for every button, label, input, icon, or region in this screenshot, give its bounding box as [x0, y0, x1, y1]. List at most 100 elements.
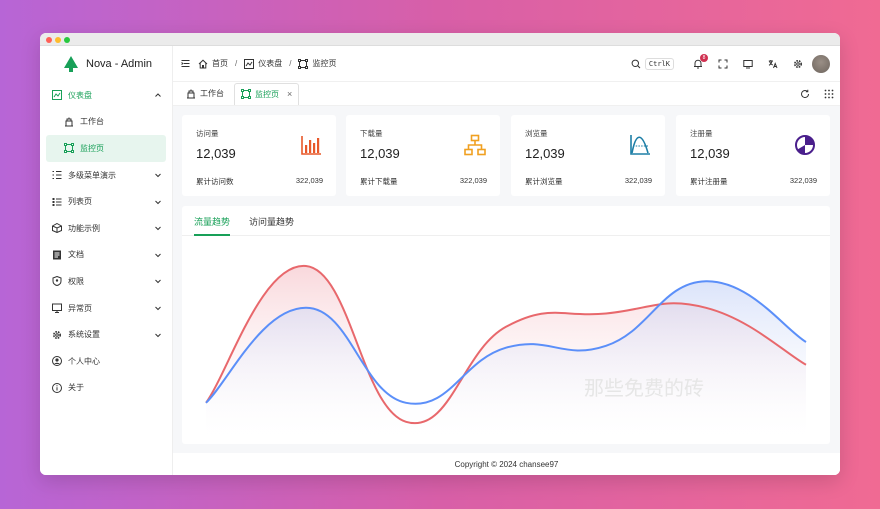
- breadcrumb: 首页 / 仪表盘 / 监控页: [198, 58, 336, 69]
- sidebar-item-workbench[interactable]: 工作台: [40, 109, 172, 136]
- card-title: 注册量: [690, 129, 713, 138]
- card-total: 322,039: [624, 176, 652, 185]
- search-icon: [631, 59, 641, 69]
- search-button[interactable]: CtrlK: [631, 58, 674, 70]
- chevron-down-icon: [155, 306, 161, 311]
- breadcrumb-monitor[interactable]: 监控页: [312, 58, 336, 69]
- sidebar-item-about[interactable]: 关于: [40, 375, 172, 402]
- breadcrumb-home[interactable]: 首页: [212, 58, 228, 69]
- monitor-screen-icon: [743, 60, 753, 69]
- card-value: 12,039: [196, 146, 236, 161]
- app-logo[interactable]: Nova - Admin: [40, 46, 172, 82]
- monitor-icon: [241, 89, 251, 99]
- maximize-window-button[interactable]: [64, 37, 70, 43]
- chart-tab-visits[interactable]: 访问量趋势: [249, 215, 294, 228]
- sidebar: Nova - Admin 仪表盘 工作台 监控页 多级菜单演示 列表页 功能示例…: [40, 46, 173, 475]
- sidebar-item-label: 工作台: [80, 117, 104, 127]
- nova-logo-icon: [64, 56, 78, 72]
- chevron-down-icon: [155, 173, 161, 178]
- sidebar-item-label: 权限: [68, 276, 84, 286]
- app-window: Nova - Admin 仪表盘 工作台 监控页 多级菜单演示 列表页 功能示例…: [40, 33, 840, 475]
- translate-icon: [768, 60, 778, 69]
- close-window-button[interactable]: [46, 37, 52, 43]
- main-content: 访问量 12,039 累计访问数 322,039 下载量 12,039 累计下载…: [173, 106, 840, 475]
- curve-icon: [630, 135, 650, 155]
- sidebar-item-label: 个人中心: [68, 356, 100, 366]
- chart-tab-traffic[interactable]: 流量趋势: [194, 215, 230, 228]
- tab-menu-button[interactable]: [824, 89, 834, 99]
- sidebar-item-label: 功能示例: [68, 223, 100, 233]
- monitor-icon: [64, 143, 74, 154]
- sidebar-item-dashboard[interactable]: 仪表盘: [40, 82, 172, 109]
- reload-button[interactable]: [800, 89, 810, 99]
- sidebar-item-monitor[interactable]: 监控页: [46, 135, 166, 162]
- avatar[interactable]: [812, 55, 830, 73]
- sidebar-item-label: 异常页: [68, 303, 92, 313]
- minimize-window-button[interactable]: [55, 37, 61, 43]
- sidebar-item-settings[interactable]: 系统设置: [40, 321, 172, 348]
- sidebar-item-label: 列表页: [68, 197, 92, 207]
- stat-card-visits: 访问量 12,039 累计访问数 322,039: [182, 115, 336, 196]
- stat-card-registrations: 注册量 12,039 累计注册量 322,039: [676, 115, 830, 196]
- error-page-icon: [52, 303, 62, 314]
- close-tab-icon[interactable]: ×: [287, 89, 292, 99]
- sidebar-item-label: 监控页: [80, 143, 104, 153]
- card-value: 12,039: [525, 146, 565, 161]
- monitor-icon: [298, 58, 309, 69]
- collapse-sidebar-icon[interactable]: [181, 59, 190, 68]
- bar-chart-icon: [301, 136, 321, 155]
- reload-icon: [801, 89, 810, 99]
- language-button[interactable]: [767, 58, 779, 70]
- sidebar-item-label: 多级菜单演示: [68, 170, 116, 180]
- card-title: 下载量: [360, 129, 383, 138]
- app-title: Nova - Admin: [86, 58, 153, 70]
- sidebar-item-label: 文档: [68, 250, 84, 260]
- pie-icon: [795, 135, 815, 155]
- fullscreen-button[interactable]: [717, 58, 729, 70]
- copyright-text: Copyright © 2024 chansee97: [454, 459, 559, 469]
- grid-icon: [824, 89, 834, 99]
- chevron-down-icon: [155, 200, 161, 204]
- traffic-chart-panel: 流量趋势 访问量趋势 那些免费的砖: [182, 206, 830, 444]
- sidebar-item-error-pages[interactable]: 异常页: [40, 295, 172, 322]
- tab-monitor[interactable]: 监控页 ×: [234, 82, 300, 105]
- cube-icon: [52, 223, 62, 234]
- layout-button[interactable]: [742, 58, 754, 70]
- card-foot-label: 累计访问数: [196, 177, 234, 186]
- fullscreen-icon: [718, 59, 728, 69]
- page-footer: Copyright © 2024 chansee97: [173, 453, 840, 475]
- chevron-up-icon: [155, 93, 161, 98]
- stat-card-downloads: 下载量 12,039 累计下载量 322,039: [346, 115, 500, 196]
- doc-icon: [52, 250, 62, 260]
- card-foot-label: 累计下载量: [360, 177, 398, 186]
- list-icon: [52, 197, 62, 207]
- sidebar-item-profile[interactable]: 个人中心: [40, 348, 172, 375]
- tab-label: 监控页: [255, 89, 279, 99]
- gear-icon: [52, 330, 62, 340]
- tree-icon: [464, 134, 486, 156]
- breadcrumb-dashboard[interactable]: 仪表盘: [258, 58, 282, 69]
- chevron-down-icon: [155, 333, 161, 337]
- settings-button[interactable]: [792, 58, 804, 70]
- sidebar-item-permission[interactable]: 权限: [40, 268, 172, 295]
- card-value: 12,039: [690, 146, 730, 161]
- chart-tab-underline: [194, 234, 230, 236]
- sidebar-item-list[interactable]: 列表页: [40, 188, 172, 215]
- tab-label: 工作台: [200, 89, 224, 98]
- dashboard-icon: [52, 90, 62, 101]
- sidebar-item-multi-menu[interactable]: 多级菜单演示: [40, 162, 172, 189]
- card-value: 12,039: [360, 146, 400, 161]
- traffic-chart: 那些免费的砖: [205, 264, 807, 437]
- card-title: 浏览量: [525, 129, 548, 138]
- workbench-icon: [64, 117, 74, 127]
- sidebar-item-docs[interactable]: 文档: [40, 242, 172, 269]
- sidebar-item-label: 仪表盘: [68, 90, 92, 100]
- tab-workbench[interactable]: 工作台: [180, 83, 230, 105]
- sidebar-item-features[interactable]: 功能示例: [40, 215, 172, 242]
- notification-button[interactable]: 8: [692, 54, 708, 70]
- notification-badge: 8: [700, 54, 708, 62]
- top-header: 首页 / 仪表盘 / 监控页 CtrlK 8: [173, 46, 840, 82]
- sidebar-item-label: 系统设置: [68, 330, 100, 340]
- chart-tabs-divider: [182, 235, 830, 236]
- sidebar-item-label: 关于: [68, 383, 84, 393]
